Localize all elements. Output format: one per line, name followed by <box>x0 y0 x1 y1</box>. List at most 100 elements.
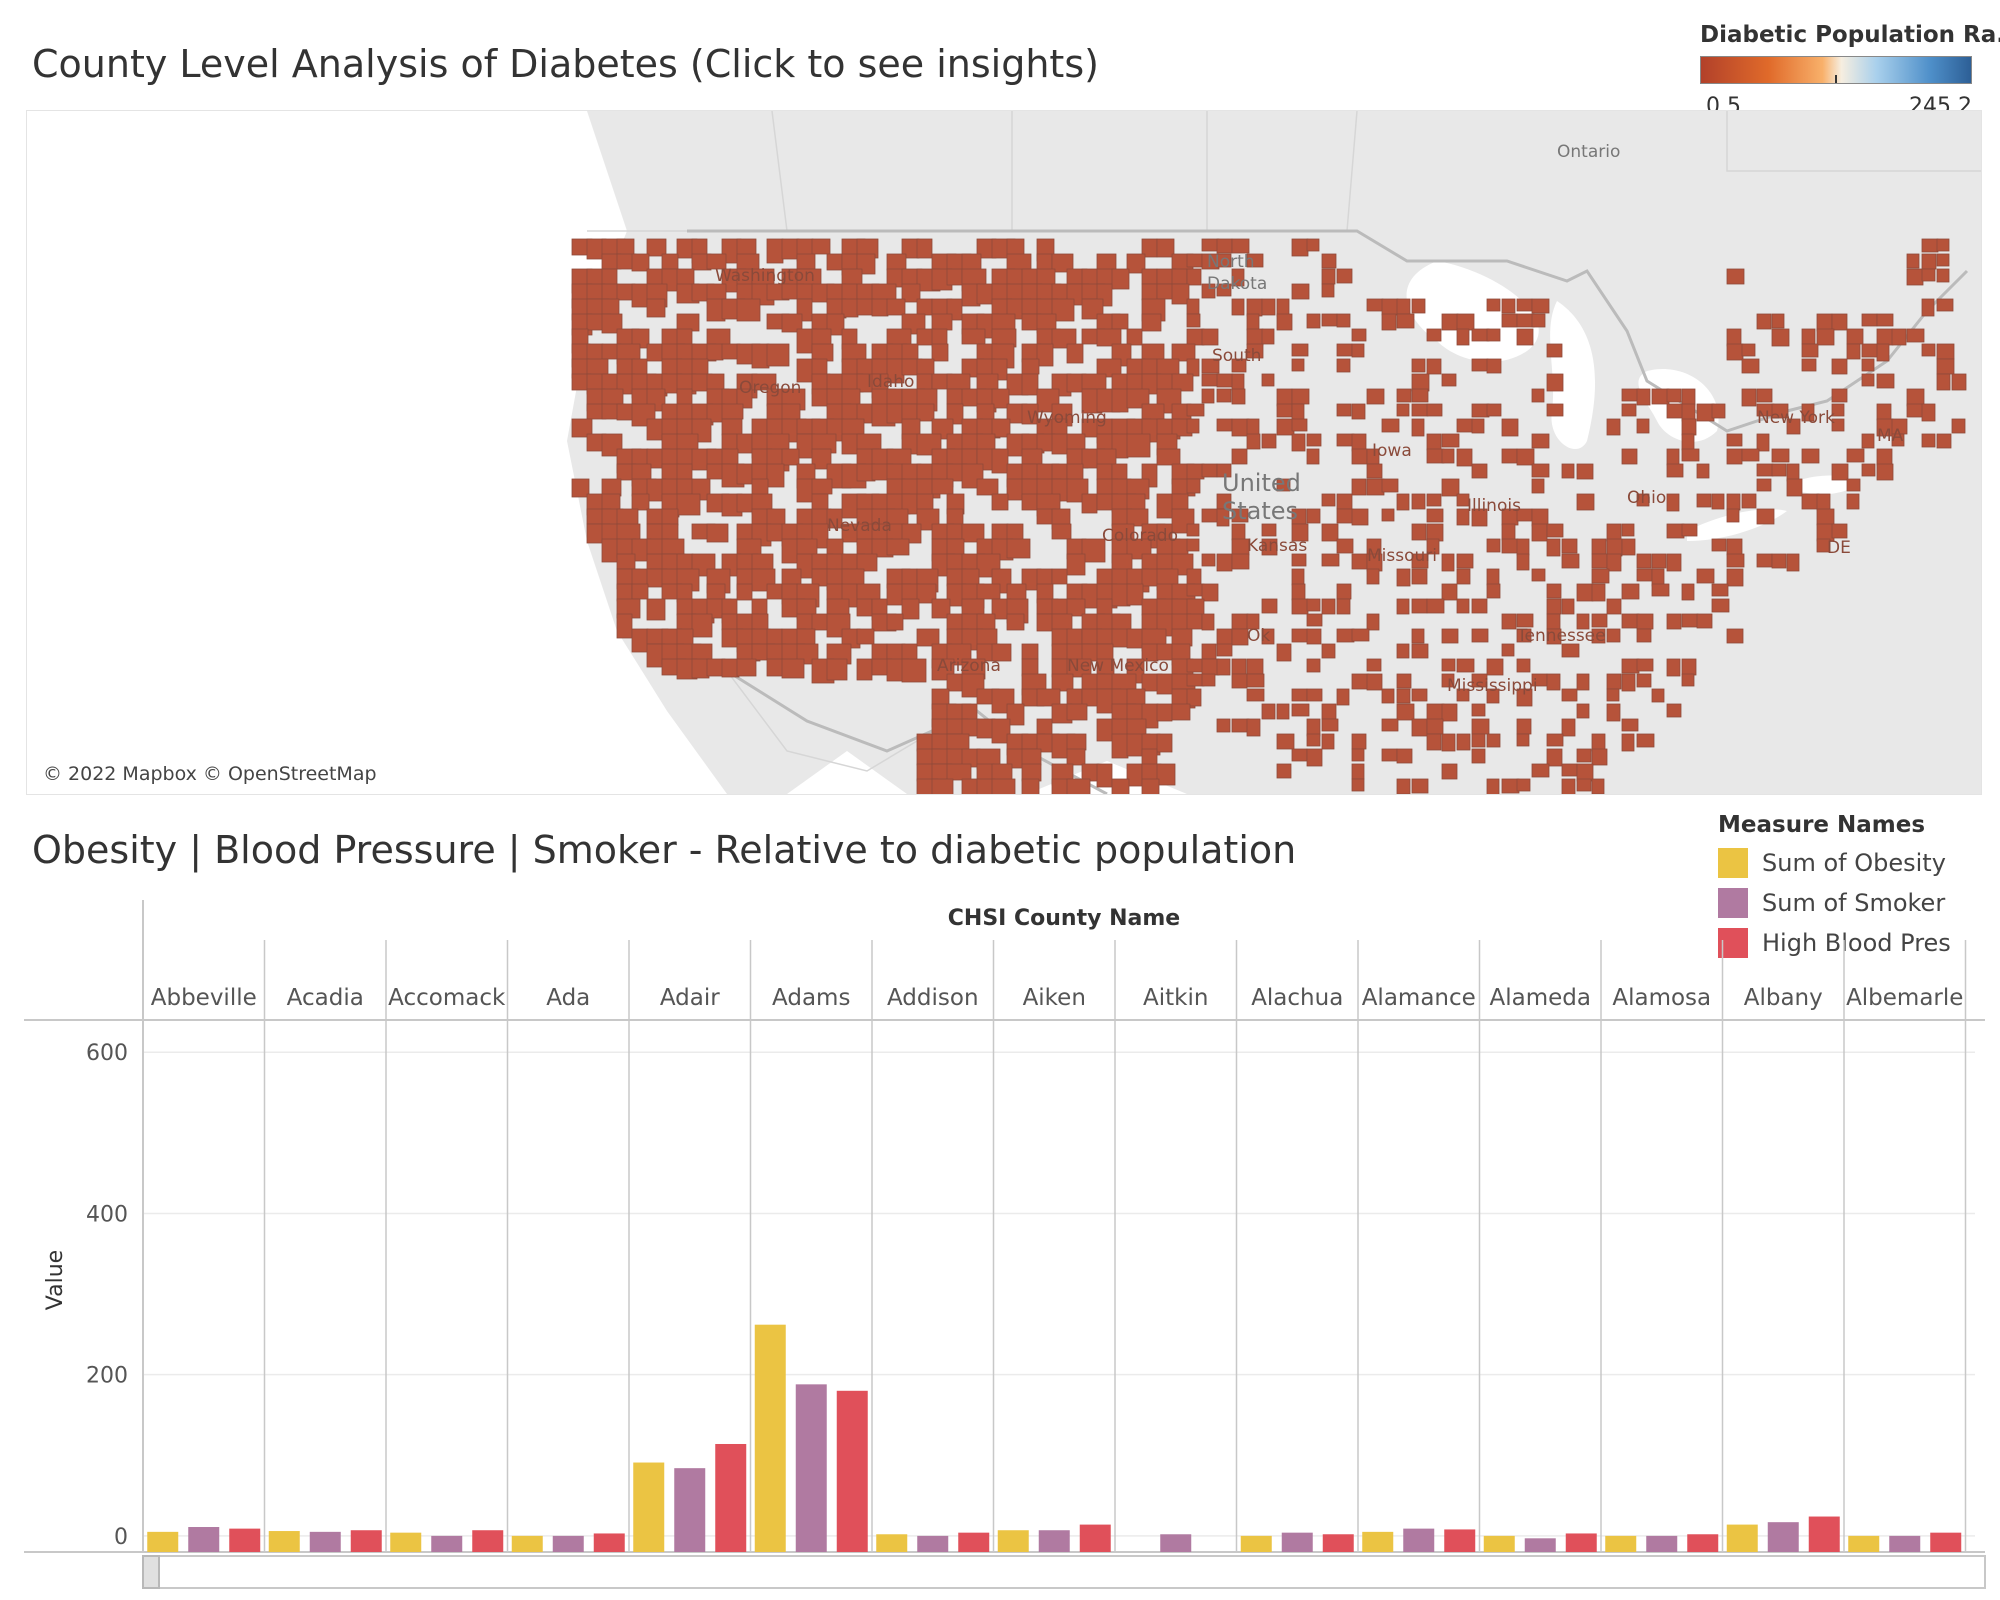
county-shape[interactable] <box>856 298 875 316</box>
bar[interactable] <box>876 1534 908 1552</box>
county-shape[interactable] <box>1711 493 1725 510</box>
county-shape[interactable] <box>1516 778 1531 792</box>
county-shape[interactable] <box>1381 313 1397 331</box>
county-shape[interactable] <box>931 778 954 794</box>
county-shape[interactable] <box>1681 388 1696 406</box>
county-shape[interactable] <box>1726 433 1743 447</box>
county-shape[interactable] <box>1201 508 1220 523</box>
county-shape[interactable] <box>1291 283 1310 300</box>
county-shape[interactable] <box>1006 238 1025 257</box>
county-shape[interactable] <box>1321 598 1336 615</box>
column-label[interactable]: Acadia <box>287 985 364 1011</box>
county-shape[interactable] <box>886 253 907 271</box>
county-shape[interactable] <box>916 628 940 647</box>
county-shape[interactable] <box>1636 613 1654 630</box>
county-shape[interactable] <box>1396 388 1412 403</box>
county-shape[interactable] <box>1546 523 1564 538</box>
county-shape[interactable] <box>1276 313 1293 331</box>
county-shape[interactable] <box>1681 403 1696 422</box>
county-shape[interactable] <box>1846 478 1861 492</box>
county-shape[interactable] <box>1726 448 1743 465</box>
county-shape[interactable] <box>931 343 949 362</box>
county-shape[interactable] <box>1921 433 1936 448</box>
county-shape[interactable] <box>841 298 859 318</box>
county-shape[interactable] <box>1576 673 1590 691</box>
county-shape[interactable] <box>1021 748 1042 766</box>
county-shape[interactable] <box>1306 748 1323 767</box>
county-shape[interactable] <box>676 313 700 332</box>
county-shape[interactable] <box>1216 373 1234 388</box>
county-shape[interactable] <box>1441 763 1458 780</box>
county-shape[interactable] <box>781 403 801 422</box>
county-shape[interactable] <box>1021 658 1039 677</box>
county-shape[interactable] <box>1726 493 1741 511</box>
county-shape[interactable] <box>1516 718 1532 735</box>
county-shape[interactable] <box>1591 778 1605 794</box>
bar[interactable] <box>1646 1535 1678 1552</box>
county-shape[interactable] <box>1921 403 1936 422</box>
county-shape[interactable] <box>1186 688 1202 707</box>
county-shape[interactable] <box>1216 628 1233 646</box>
county-shape[interactable] <box>1531 463 1550 478</box>
county-shape[interactable] <box>1666 703 1682 718</box>
county-shape[interactable] <box>661 463 680 482</box>
county-shape[interactable] <box>1546 343 1563 358</box>
bar[interactable] <box>1444 1529 1476 1552</box>
county-shape[interactable] <box>856 628 875 645</box>
county-shape[interactable] <box>1396 673 1412 689</box>
county-shape[interactable] <box>676 328 693 347</box>
county-shape[interactable] <box>991 448 1009 474</box>
county-shape[interactable] <box>1606 523 1622 542</box>
county-shape[interactable] <box>1276 403 1293 418</box>
county-shape[interactable] <box>1681 448 1700 462</box>
county-shape[interactable] <box>1186 478 1201 494</box>
county-shape[interactable] <box>1456 658 1475 673</box>
county-shape[interactable] <box>1336 688 1350 706</box>
bar-chart[interactable]: CHSI County Name Value 0 200 400 600 Abbevil… <box>0 880 2000 1600</box>
county-shape[interactable] <box>1486 733 1501 748</box>
county-shape[interactable] <box>991 778 1016 794</box>
county-shape[interactable] <box>1561 553 1580 569</box>
county-shape[interactable] <box>1501 778 1520 794</box>
county-shape[interactable] <box>1291 238 1309 257</box>
county-shape[interactable] <box>1516 313 1535 328</box>
county-shape[interactable] <box>1351 433 1367 452</box>
county-shape[interactable] <box>1861 343 1880 358</box>
county-shape[interactable] <box>1816 328 1835 346</box>
county-shape[interactable] <box>1096 763 1113 788</box>
county-shape[interactable] <box>1621 538 1636 556</box>
county-shape[interactable] <box>1816 493 1831 511</box>
county-shape[interactable] <box>1651 568 1665 587</box>
county-shape[interactable] <box>1321 283 1335 298</box>
county-shape[interactable] <box>1336 313 1351 328</box>
county-shape[interactable] <box>1291 358 1305 372</box>
county-shape[interactable] <box>1306 658 1321 673</box>
county-shape[interactable] <box>856 433 882 452</box>
county-shape[interactable] <box>1051 523 1072 540</box>
county-shape[interactable] <box>1396 598 1410 615</box>
horizontal-scrollbar[interactable] <box>142 1555 1986 1589</box>
county-shape[interactable] <box>1576 463 1594 480</box>
county-shape[interactable] <box>1426 523 1444 542</box>
county-shape[interactable] <box>1051 568 1068 585</box>
county-shape[interactable] <box>1516 538 1530 556</box>
county-shape[interactable] <box>1456 313 1475 331</box>
county-shape[interactable] <box>1051 613 1073 631</box>
bar[interactable] <box>1281 1532 1313 1552</box>
county-shape[interactable] <box>1141 568 1160 587</box>
county-shape[interactable] <box>1186 583 1205 597</box>
county-shape[interactable] <box>1621 523 1635 537</box>
county-shape[interactable] <box>1186 658 1205 673</box>
county-shape[interactable] <box>1231 298 1245 316</box>
county-shape[interactable] <box>1501 448 1518 464</box>
county-shape[interactable] <box>1156 238 1175 258</box>
county-shape[interactable] <box>1936 343 1955 360</box>
county-shape[interactable] <box>736 298 761 322</box>
bar[interactable] <box>1362 1531 1394 1552</box>
county-shape[interactable] <box>1276 763 1292 779</box>
county-shape[interactable] <box>1186 538 1200 552</box>
county-shape[interactable] <box>1021 358 1040 375</box>
county-shape[interactable] <box>646 418 664 441</box>
county-shape[interactable] <box>691 658 710 679</box>
bar[interactable] <box>472 1530 504 1552</box>
